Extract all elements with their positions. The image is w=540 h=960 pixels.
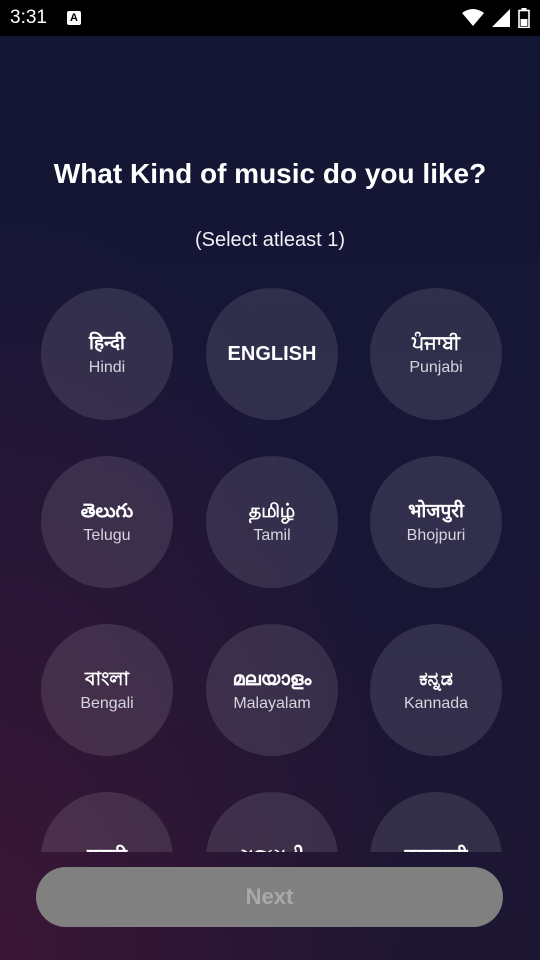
status-bar: 3:31 A — [0, 0, 540, 36]
language-grid[interactable]: हिन्दी Hindi ENGLISH ਪੰਜਾਬੀ Punjabi తెలు… — [0, 270, 540, 852]
language-native-label: മലയാളം — [232, 668, 312, 690]
language-native-label: हरयाणवी — [404, 844, 467, 852]
language-english-label: Tamil — [253, 527, 291, 544]
language-option-telugu[interactable]: తెలుగు Telugu — [41, 456, 173, 588]
language-option-haryanvi[interactable]: हरयाणवी — [370, 792, 502, 852]
language-option-gujarati[interactable]: ગુજરાતી — [206, 792, 338, 852]
language-english-label: Malayalam — [233, 695, 311, 712]
language-english-label: Punjabi — [409, 359, 463, 376]
language-english-label: Telugu — [83, 527, 131, 544]
page-subtitle: (Select atleast 1) — [194, 229, 346, 251]
wifi-icon — [462, 9, 484, 26]
language-native-label: বাংলা — [85, 668, 129, 690]
language-native-label: मराठी — [87, 844, 127, 852]
language-option-bhojpuri[interactable]: भोजपुरी Bhojpuri — [370, 456, 502, 588]
language-option-marathi[interactable]: मराठी — [41, 792, 173, 852]
language-english-label: Bhojpuri — [406, 527, 466, 544]
language-native-label: ਪੰਜਾਬੀ — [412, 332, 460, 354]
language-english-label: Hindi — [88, 359, 126, 376]
language-native-label: भोजपुरी — [408, 500, 464, 522]
language-option-punjabi[interactable]: ਪੰਜਾਬੀ Punjabi — [370, 288, 502, 420]
page-title: What Kind of music do you like? — [53, 158, 487, 189]
language-option-kannada[interactable]: ಕನ್ನಡ Kannada — [370, 624, 502, 756]
language-option-bengali[interactable]: বাংলা Bengali — [41, 624, 173, 756]
language-native-label: ಕನ್ನಡ — [419, 668, 453, 690]
language-option-malayalam[interactable]: മലയാളം Malayalam — [206, 624, 338, 756]
signal-icon — [492, 9, 510, 27]
status-time: 3:31 — [10, 7, 47, 28]
notification-a-icon: A — [66, 11, 81, 25]
language-option-hindi[interactable]: हिन्दी Hindi — [41, 288, 173, 420]
language-english-label: Bengali — [80, 695, 134, 712]
language-option-tamil[interactable]: தமிழ் Tamil — [206, 456, 338, 588]
battery-icon — [518, 8, 530, 28]
language-native-label: தமிழ் — [248, 500, 296, 522]
language-option-english[interactable]: ENGLISH — [206, 288, 338, 420]
language-english-label: ENGLISH — [227, 342, 317, 365]
language-native-label: हिन्दी — [89, 332, 125, 354]
language-native-label: తెలుగు — [80, 500, 134, 522]
next-button[interactable]: Next — [36, 867, 503, 927]
language-native-label: ગુજરાતી — [240, 844, 304, 852]
language-english-label: Kannada — [403, 695, 469, 712]
